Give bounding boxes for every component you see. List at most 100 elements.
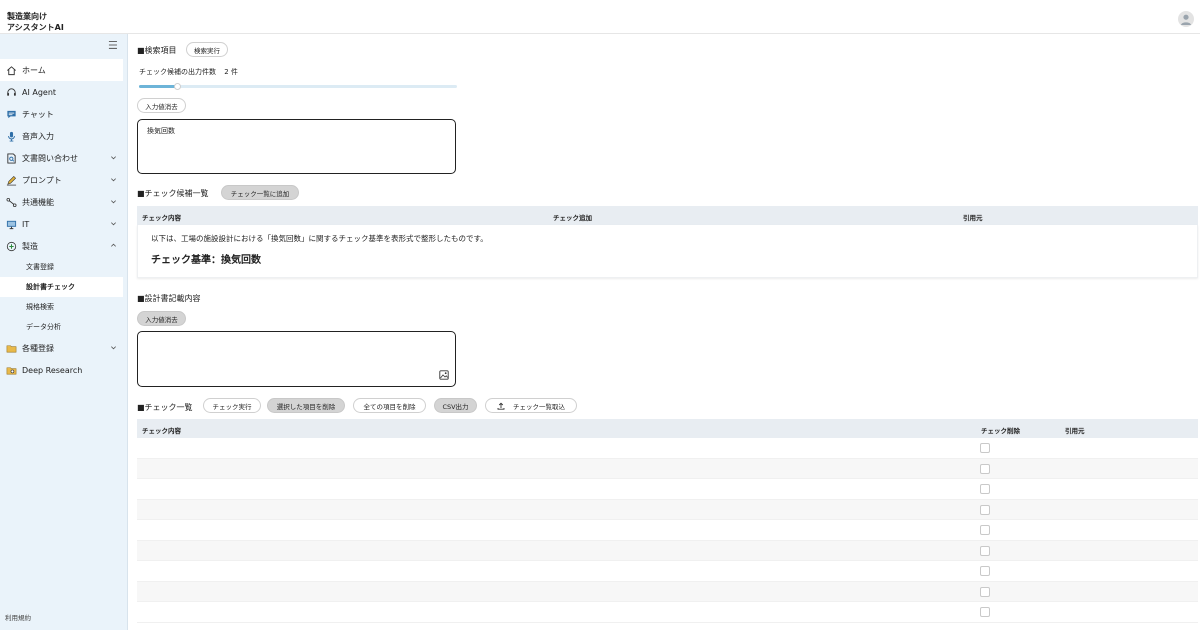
chevron-down-icon: [110, 344, 117, 351]
menu-toggle-icon[interactable]: ☰: [108, 40, 120, 51]
check-list-import-button[interactable]: チェック一覧取込: [485, 398, 577, 413]
share-icon: [6, 197, 17, 208]
candidates-section-title: ■チェック候補一覧: [137, 189, 209, 198]
search-clear-button[interactable]: 入力値消去: [137, 98, 186, 113]
output-count-value: 2 件: [224, 68, 238, 76]
check-run-button[interactable]: チェック実行: [203, 398, 261, 413]
row-delete-checkbox[interactable]: [980, 463, 990, 474]
row-delete-checkbox[interactable]: [980, 504, 990, 515]
table-row: [137, 458, 1198, 479]
check-list-col-content: チェック内容: [142, 427, 181, 435]
candidates-col-add: チェック追加: [553, 214, 592, 222]
output-count-slider[interactable]: [139, 83, 457, 90]
main-content: ■検索項目 検索実行 チェック候補の出力件数 2 件 入力値消去 換気回数 ■チ…: [128, 34, 1200, 630]
folder-search-icon: [6, 365, 17, 376]
sidebar-item-registrations[interactable]: 各種登録: [0, 337, 127, 359]
sidebar-item-voice-input[interactable]: 音声入力: [0, 125, 127, 147]
row-delete-checkbox[interactable]: [980, 566, 990, 576]
row-delete-checkbox[interactable]: [980, 484, 990, 494]
check-list-table-body: [137, 438, 1198, 630]
sidebar-item-deep-research[interactable]: Deep Research: [0, 359, 127, 381]
candidates-col-source: 引用元: [963, 214, 983, 222]
search-execute-button[interactable]: 検索実行: [186, 42, 228, 57]
sidebar-item-prompt[interactable]: プロンプト: [0, 169, 127, 191]
sidebar-item-label: 音声入力: [22, 131, 54, 141]
folder-icon: [6, 343, 17, 354]
candidates-col-content: チェック内容: [142, 214, 181, 222]
candidate-heading: チェック基準：換気回数: [151, 255, 261, 266]
check-list-col-source: 引用元: [1065, 427, 1085, 435]
output-count-label: チェック候補の出力件数 2 件: [139, 67, 238, 77]
monitor-icon: [6, 219, 17, 230]
csv-export-button[interactable]: CSV出力: [434, 398, 477, 413]
chat-icon: [6, 109, 17, 120]
app-title-line2: アシスタントAI: [7, 23, 64, 32]
delete-selected-button[interactable]: 選択した項目を削除: [267, 398, 345, 413]
sidebar-item-label: IT: [22, 219, 30, 229]
sidebar-nav: ホーム AI Agent チャット 音声入力 文書問い合わせ プロンプト 共通機…: [0, 59, 127, 381]
row-delete-checkbox[interactable]: [980, 443, 990, 453]
app-title-line1: 製造業向け: [7, 12, 47, 21]
sidebar-item-ai-agent[interactable]: AI Agent: [0, 81, 127, 103]
image-upload-icon[interactable]: [439, 370, 449, 380]
sidebar-subitem-design-check[interactable]: 設計書チェック: [0, 277, 123, 297]
table-row: [137, 520, 1198, 541]
sidebar: ☰ ホーム AI Agent チャット 音声入力 文書問い合わせ プロンプト 共…: [0, 34, 128, 630]
check-list-col-delete: チェック削除: [981, 427, 1020, 435]
terms-link[interactable]: 利用規約: [5, 612, 31, 622]
row-delete-checkbox[interactable]: [980, 586, 990, 597]
table-row: [137, 581, 1198, 602]
chevron-down-icon: [110, 198, 117, 205]
sidebar-item-manufacturing[interactable]: 製造: [0, 235, 127, 257]
sidebar-item-chat[interactable]: チャット: [0, 103, 127, 125]
sidebar-item-document-inquiry[interactable]: 文書問い合わせ: [0, 147, 127, 169]
check-list-table-header: チェック内容 チェック削除 引用元: [137, 419, 1198, 438]
sidebar-subitem-document-registration[interactable]: 文書登録: [0, 257, 127, 277]
chevron-down-icon: [110, 154, 117, 161]
table-row: [137, 479, 1198, 500]
document-search-icon: [6, 152, 17, 164]
chevron-down-icon: [110, 176, 117, 183]
user-icon: [1181, 14, 1191, 25]
sidebar-item-label: プロンプト: [22, 175, 62, 185]
sidebar-item-label: Deep Research: [22, 365, 83, 375]
sidebar-item-label: 製造: [22, 241, 38, 251]
output-count-slider-thumb[interactable]: [174, 83, 182, 90]
design-doc-section-title: ■設計書記載内容: [137, 294, 201, 303]
search-query-textarea[interactable]: 換気回数: [137, 119, 456, 174]
candidate-intro-text: 以下は、工場の施設設計における「換気回数」に関するチェック基準を表形式で整形した…: [151, 234, 488, 243]
sidebar-item-label: 文書問い合わせ: [22, 153, 78, 163]
output-count-slider-fill: [139, 85, 178, 88]
design-doc-clear-button[interactable]: 入力値消去: [137, 311, 186, 326]
app-title: 製造業向け アシスタントAI: [7, 11, 64, 33]
row-delete-checkbox[interactable]: [980, 525, 990, 535]
sidebar-item-label: AI Agent: [22, 87, 57, 97]
sidebar-subitem-standard-search[interactable]: 規格検索: [0, 297, 127, 317]
row-delete-checkbox[interactable]: [980, 607, 990, 617]
table-row: [137, 561, 1198, 582]
output-count-text: チェック候補の出力件数: [139, 68, 216, 76]
design-doc-textarea[interactable]: [137, 331, 456, 387]
sidebar-item-label: ホーム: [22, 65, 46, 75]
row-delete-checkbox[interactable]: [980, 545, 990, 556]
sidebar-item-label: 共通機能: [22, 197, 54, 207]
sidebar-item-it[interactable]: IT: [0, 213, 127, 235]
table-row: [137, 602, 1198, 623]
avatar[interactable]: [1178, 11, 1194, 27]
sidebar-item-label: 各種登録: [22, 343, 54, 353]
add-to-check-list-button[interactable]: チェック一覧に追加: [221, 185, 299, 200]
table-row: [137, 499, 1198, 520]
sidebar-item-label: チャット: [22, 109, 54, 119]
table-row: [137, 438, 1198, 459]
delete-all-button[interactable]: 全ての項目を削除: [353, 398, 426, 413]
plus-circle-icon: [6, 241, 17, 252]
candidates-table-header: チェック内容 チェック追加 引用元: [137, 206, 1198, 225]
sidebar-subitem-data-analysis[interactable]: データ分析: [0, 317, 127, 337]
candidates-table-body: 以下は、工場の施設設計における「換気回数」に関するチェック基準を表形式で整形した…: [137, 225, 1198, 278]
top-bar: 製造業向け アシスタントAI: [0, 0, 1200, 34]
upload-icon: [497, 402, 505, 410]
pen-icon: [6, 175, 17, 186]
headset-icon: [6, 87, 17, 98]
sidebar-item-home[interactable]: ホーム: [0, 59, 123, 81]
sidebar-item-common-functions[interactable]: 共通機能: [0, 191, 127, 213]
